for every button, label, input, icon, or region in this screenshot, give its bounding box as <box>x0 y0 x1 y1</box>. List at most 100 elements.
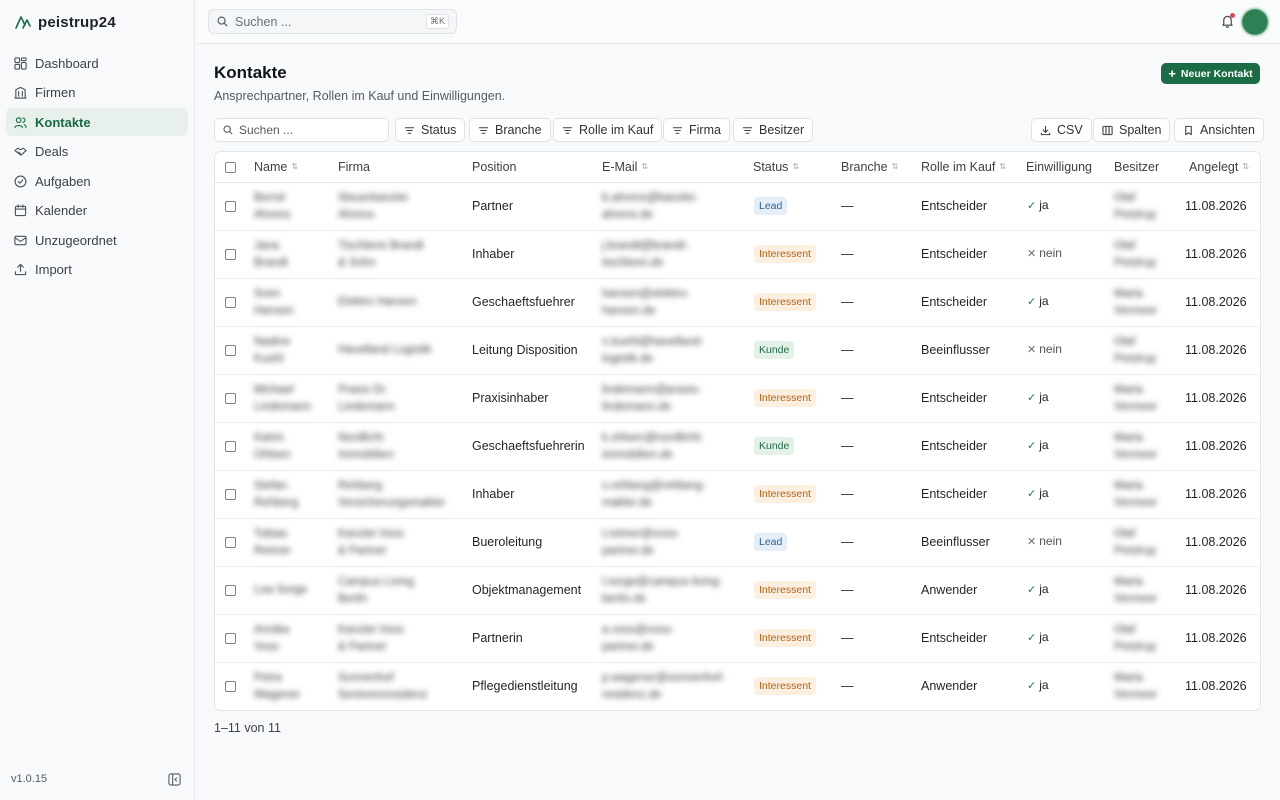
contact-name[interactable]: Bernd Ahrens <box>254 190 290 224</box>
created-date-cell: 11.08.2026 <box>1185 199 1247 213</box>
row-checkbox[interactable] <box>225 681 236 692</box>
table-search-input[interactable] <box>239 123 379 137</box>
table-row[interactable]: Petra Wagener Sonnenhof Seniorenresidenz Pfl… <box>215 663 1260 710</box>
row-checkbox[interactable] <box>225 585 236 596</box>
contact-name[interactable]: Michael Lindemann <box>254 382 311 416</box>
filter-firma[interactable]: Firma <box>663 118 730 142</box>
sidebar-item-firmen[interactable]: Firmen <box>6 79 188 107</box>
company-name[interactable]: Sonnenhof Seniorenresidenz <box>338 670 428 704</box>
company-name[interactable]: Elektro Hansen <box>338 294 417 311</box>
company-name[interactable]: Havelland Logistik <box>338 342 431 359</box>
views-button[interactable]: Ansichten <box>1174 118 1264 142</box>
column-header-angelegt[interactable]: Angelegt ⇅ <box>1189 160 1249 174</box>
table-row[interactable]: Lea Sorge Campus Living Berlin Objektmanage… <box>215 567 1260 615</box>
email-cell[interactable]: lindemann@praxis-lindemann.de <box>602 382 701 416</box>
sidebar-item-label: Kontakte <box>35 114 91 130</box>
email-cell[interactable]: a.voss@voss-partner.de <box>602 622 674 656</box>
owner-cell: Maria Vermeer <box>1114 288 1158 317</box>
table-row[interactable]: Bernd Ahrens Steuerkanzlei Ahrens Partner b.a… <box>215 183 1260 231</box>
table-row[interactable]: Michael Lindemann Praxis Dr. Lindemann Praxi… <box>215 375 1260 423</box>
column-header-einwilligung[interactable]: Einwilligung <box>1026 160 1092 174</box>
search-icon <box>217 16 228 27</box>
table-row[interactable]: Stefan Rehberg Rehberg Versicherungsmakler I… <box>215 471 1260 519</box>
global-search-input[interactable] <box>235 14 415 29</box>
table-row[interactable]: Annika Voss Kanzlei Voss & Partner Partnerin… <box>215 615 1260 663</box>
column-header-position[interactable]: Position <box>472 160 516 174</box>
company-name[interactable]: Campus Living Berlin <box>338 574 414 608</box>
email-cell[interactable]: t.reimer@voss-partner.de <box>602 526 680 560</box>
sidebar-item-dashboard[interactable]: Dashboard <box>6 49 188 77</box>
sidebar-item-kontakte[interactable]: Kontakte <box>6 108 188 136</box>
company-name[interactable]: Tischlerei Brandt & Sohn <box>338 238 424 272</box>
contact-name[interactable]: Stefan Rehberg <box>254 478 298 512</box>
contact-name[interactable]: Annika Voss <box>254 622 289 656</box>
contact-name[interactable]: Tobias Reimer <box>254 526 291 560</box>
filter-besitzer[interactable]: Besitzer <box>733 118 814 142</box>
row-checkbox[interactable] <box>225 345 236 356</box>
row-checkbox[interactable] <box>225 249 236 260</box>
csv-export-button[interactable]: CSV <box>1031 118 1092 142</box>
company-name[interactable]: Nordlicht Immobilien <box>338 430 394 464</box>
rolle-cell: Beeinflusser <box>921 535 990 549</box>
row-checkbox[interactable] <box>225 489 236 500</box>
email-cell[interactable]: b.ahrens@kanzlei-ahrens.de <box>602 190 698 224</box>
contact-name[interactable]: Nadine Kuehl <box>254 334 290 368</box>
company-name[interactable]: Steuerkanzlei Ahrens <box>338 190 408 224</box>
email-cell[interactable]: p.wagener@sonnenhof-residenz.de <box>602 670 725 704</box>
logo-icon <box>15 16 31 29</box>
sidebar-item-deals[interactable]: Deals <box>6 138 188 166</box>
contact-name[interactable]: Sven Hansen <box>254 286 294 320</box>
sidebar-item-aufgaben[interactable]: Aufgaben <box>6 167 188 195</box>
company-name[interactable]: Rehberg Versicherungsmakler <box>338 478 445 512</box>
column-header-status[interactable]: Status ⇅ <box>753 160 799 174</box>
column-header-besitzer[interactable]: Besitzer <box>1114 160 1159 174</box>
column-header-name[interactable]: Name ⇅ <box>254 160 298 174</box>
branche-cell: — <box>841 343 854 357</box>
consent-cell: ✓ ja <box>1027 486 1049 500</box>
email-cell[interactable]: j.brandt@brandt-tischlerei.de <box>602 238 688 272</box>
select-all-checkbox[interactable] <box>225 162 236 173</box>
row-checkbox[interactable] <box>225 297 236 308</box>
sidebar-item-unzugeordnet[interactable]: Unzugeordnet <box>6 226 188 254</box>
column-header-email[interactable]: E-Mail ⇅ <box>602 160 648 174</box>
table-search[interactable] <box>214 118 389 142</box>
sidebar-item-kalender[interactable]: Kalender <box>6 197 188 225</box>
table-row[interactable]: Nadine Kuehl Havelland Logistik Leitung Dis… <box>215 327 1260 375</box>
table-row[interactable]: Katrin Ohlsen Nordlicht Immobilien Geschaeft… <box>215 423 1260 471</box>
company-name[interactable]: Kanzlei Voss & Partner <box>338 526 404 560</box>
email-cell[interactable]: l.sorge@campus-living-berlin.de <box>602 574 722 608</box>
row-checkbox[interactable] <box>225 393 236 404</box>
table-row[interactable]: Sven Hansen Elektro Hansen Geschaeftsfuehre… <box>215 279 1260 327</box>
email-cell[interactable]: n.kuehl@havelland-logistik.de <box>602 334 704 368</box>
filter-label: Status <box>421 123 457 137</box>
app-logo[interactable]: peistrup24 <box>14 12 116 32</box>
table-row[interactable]: Jana Brandt Tischlerei Brandt & Sohn Inhaber… <box>215 231 1260 279</box>
column-header-rolle[interactable]: Rolle im Kauf ⇅ <box>921 160 1006 174</box>
filter-rolle-im-kauf[interactable]: Rolle im Kauf <box>553 118 663 142</box>
company-name[interactable]: Praxis Dr. Lindemann <box>338 382 395 416</box>
company-name[interactable]: Kanzlei Voss & Partner <box>338 622 404 656</box>
contact-name[interactable]: Jana Brandt <box>254 238 288 272</box>
email-cell[interactable]: hansen@elektro-hansen.de <box>602 286 690 320</box>
contact-name[interactable]: Petra Wagener <box>254 670 300 704</box>
email-cell[interactable]: s.rehberg@rehberg-makler.de <box>602 478 706 512</box>
columns-button[interactable]: Spalten <box>1093 118 1171 142</box>
table-row[interactable]: Tobias Reimer Kanzlei Voss & Partner Buerole… <box>215 519 1260 567</box>
email-cell[interactable]: k.ohlsen@nordlicht-immobilien.de <box>602 430 704 464</box>
new-contact-button[interactable]: + Neuer Kontakt <box>1161 63 1260 84</box>
sidebar-collapse-icon[interactable] <box>168 773 181 786</box>
row-checkbox[interactable] <box>225 201 236 212</box>
row-checkbox[interactable] <box>225 441 236 452</box>
contacts-table: Name ⇅ Firma Position E-Mail ⇅ Status ⇅ Bra… <box>214 151 1261 711</box>
filter-status[interactable]: Status <box>395 118 466 142</box>
filter-branche[interactable]: Branche <box>469 118 551 142</box>
row-checkbox[interactable] <box>225 633 236 644</box>
column-header-firma[interactable]: Firma <box>338 160 370 174</box>
sidebar-item-import[interactable]: Import <box>6 256 188 284</box>
user-avatar[interactable] <box>1242 9 1268 35</box>
contact-name[interactable]: Katrin Ohlsen <box>254 430 290 464</box>
row-checkbox[interactable] <box>225 537 236 548</box>
column-header-branche[interactable]: Branche ⇅ <box>841 160 898 174</box>
global-search[interactable]: ⌘K <box>208 9 457 34</box>
contact-name[interactable]: Lea Sorge <box>254 582 307 599</box>
